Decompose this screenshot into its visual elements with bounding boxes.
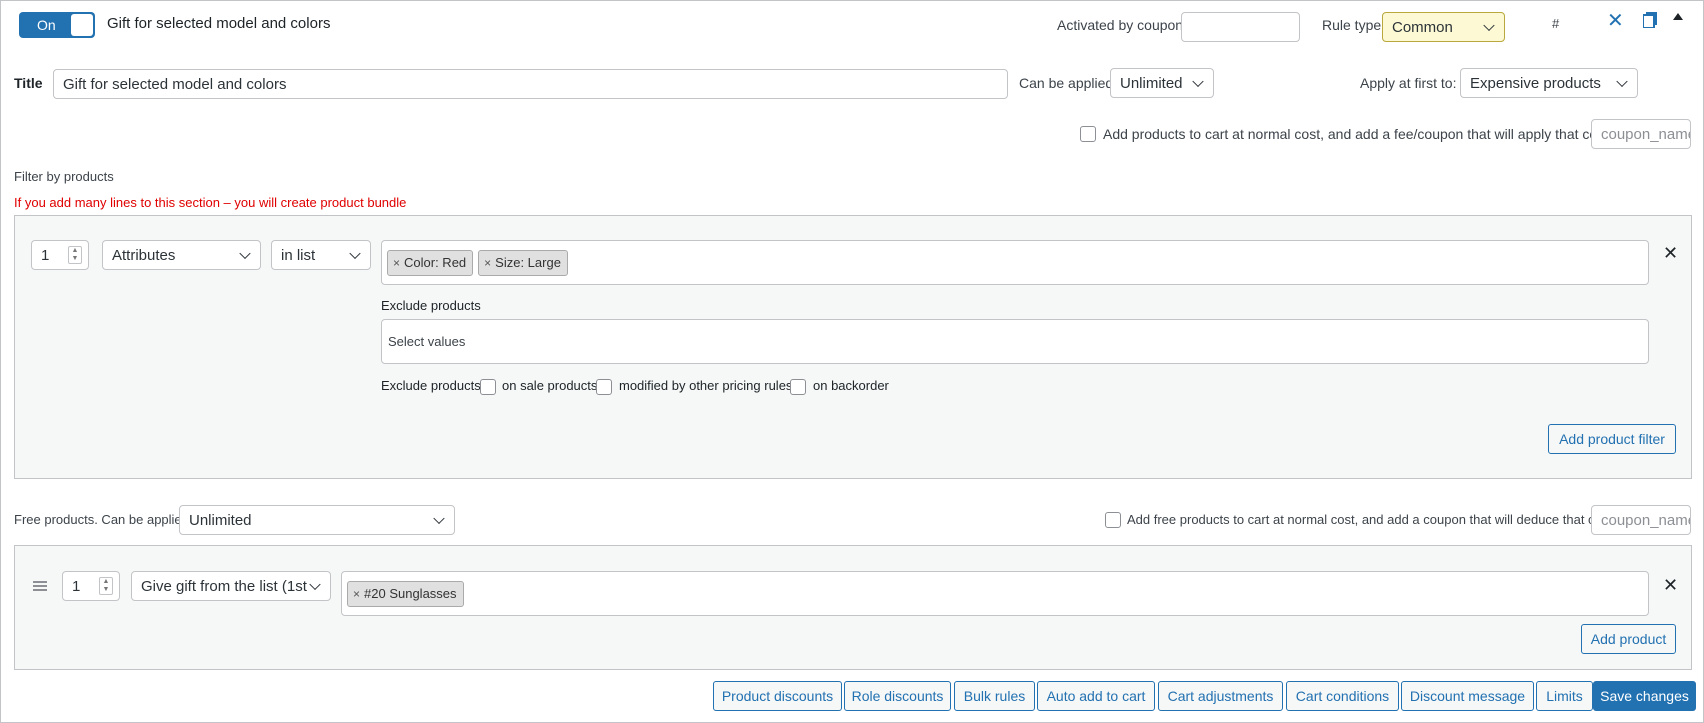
- enable-toggle[interactable]: On: [19, 12, 95, 38]
- filter-method-value: in list: [281, 246, 316, 264]
- product-discounts-button[interactable]: Product discounts: [713, 681, 842, 711]
- delete-rule-icon[interactable]: ✕: [1607, 8, 1624, 33]
- title-label: Title: [14, 75, 43, 91]
- modified-checkbox[interactable]: [596, 379, 612, 395]
- free-normal-cost-checkbox[interactable]: [1105, 512, 1121, 528]
- value-chip: × Color: Red: [387, 249, 474, 276]
- collapse-icon[interactable]: [1673, 13, 1683, 20]
- chevron-down-icon: [349, 247, 361, 260]
- chip-label: Size: Large: [495, 255, 561, 270]
- filter-values-input[interactable]: × Color: Red × Size: Large: [381, 240, 1649, 285]
- normal-cost-checkbox[interactable]: [1080, 126, 1096, 142]
- save-changes-button[interactable]: Save changes: [1593, 681, 1696, 711]
- chevron-down-icon: [1616, 75, 1628, 88]
- product-chip: × #20 Sunglasses: [347, 580, 464, 607]
- free-normal-cost-label: Add free products to cart at normal cost…: [1127, 512, 1612, 527]
- add-product-button[interactable]: Add product: [1581, 624, 1676, 654]
- role-discounts-button[interactable]: Role discounts: [844, 681, 951, 711]
- chevron-down-icon: [433, 512, 445, 525]
- apply-first-select[interactable]: Expensive products: [1460, 68, 1638, 98]
- filter-method-select[interactable]: in list: [271, 240, 371, 270]
- filter-qty-value: 1: [41, 246, 50, 264]
- rule-type-label: Rule type: [1322, 17, 1382, 33]
- activated-by-coupon-input[interactable]: [1181, 12, 1300, 42]
- modified-label: modified by other pricing rules: [619, 378, 793, 393]
- can-be-applied-select[interactable]: Unlimited: [1110, 68, 1214, 98]
- drag-handle-icon[interactable]: [33, 581, 47, 591]
- free-can-be-applied-select[interactable]: Unlimited: [179, 505, 455, 535]
- auto-add-to-cart-button[interactable]: Auto add to cart: [1037, 681, 1155, 711]
- bundle-warning: If you add many lines to this section – …: [14, 195, 407, 210]
- activated-by-coupon-label: Activated by coupon: [1057, 17, 1184, 33]
- free-products-label: Free products. Can be applied: [14, 512, 189, 527]
- discount-message-button[interactable]: Discount message: [1401, 681, 1534, 711]
- apply-first-value: Expensive products: [1470, 74, 1601, 92]
- toggle-knob: [71, 14, 93, 36]
- chevron-down-icon: [239, 247, 251, 260]
- filter-section-label: Filter by products: [14, 169, 114, 184]
- can-be-applied-value: Unlimited: [1120, 74, 1183, 92]
- normal-cost-label: Add products to cart at normal cost, and…: [1103, 126, 1609, 142]
- exclude-products-input[interactable]: Select values: [381, 319, 1649, 364]
- chevron-down-icon: [1483, 19, 1495, 32]
- gift-mode-select[interactable]: Give gift from the list (1st: [131, 571, 331, 601]
- free-qty-input[interactable]: 1 ▲ ▼: [62, 571, 120, 601]
- remove-chip-icon[interactable]: ×: [353, 587, 360, 601]
- rule-editor: On Gift for selected model and colors Ac…: [0, 0, 1704, 723]
- value-chip: × Size: Large: [478, 249, 568, 276]
- backorder-checkbox[interactable]: [790, 379, 806, 395]
- toggle-label: On: [37, 17, 56, 33]
- on-sale-label: on sale products: [502, 378, 598, 393]
- exclude-placeholder: Select values: [388, 334, 466, 349]
- copy-rule-icon[interactable]: [1642, 12, 1657, 29]
- rule-type-select[interactable]: Common: [1382, 12, 1505, 42]
- free-can-be-applied-value: Unlimited: [189, 511, 252, 529]
- rule-hash: #: [1552, 16, 1560, 31]
- on-sale-checkbox[interactable]: [480, 379, 496, 395]
- remove-chip-icon[interactable]: ×: [393, 256, 400, 270]
- exclude-products-label: Exclude products: [381, 378, 481, 393]
- chevron-down-icon: [1192, 75, 1204, 88]
- gift-mode-value: Give gift from the list (1st: [141, 577, 307, 595]
- chip-label: Color: Red: [404, 255, 467, 270]
- backorder-label: on backorder: [813, 378, 889, 393]
- exclude-label: Exclude products: [381, 298, 481, 313]
- remove-gift-icon[interactable]: ✕: [1663, 575, 1678, 596]
- gift-products-input[interactable]: × #20 Sunglasses: [341, 571, 1649, 616]
- cart-conditions-button[interactable]: Cart conditions: [1286, 681, 1399, 711]
- apply-first-label: Apply at first to:: [1360, 75, 1457, 91]
- remove-filter-icon[interactable]: ✕: [1663, 243, 1678, 264]
- title-input[interactable]: Gift for selected model and colors: [53, 69, 1008, 99]
- filter-type-select[interactable]: Attributes: [102, 240, 261, 270]
- filter-qty-input[interactable]: 1 ▲ ▼: [31, 240, 89, 270]
- bulk-rules-button[interactable]: Bulk rules: [954, 681, 1035, 711]
- normal-cost-coupon-input[interactable]: coupon_name: [1591, 119, 1691, 149]
- coupon-placeholder: coupon_name: [1601, 125, 1691, 143]
- free-qty-value: 1: [72, 577, 81, 595]
- coupon-placeholder: coupon_name: [1601, 511, 1691, 529]
- rule-type-value: Common: [1392, 18, 1453, 36]
- filter-panel: 1 ▲ ▼ Attributes in list × Color: Red × S…: [14, 215, 1692, 479]
- cart-adjustments-button[interactable]: Cart adjustments: [1158, 681, 1283, 711]
- rule-name: Gift for selected model and colors: [107, 15, 331, 32]
- add-product-filter-button[interactable]: Add product filter: [1548, 424, 1676, 454]
- stepper-arrows-icon[interactable]: ▲ ▼: [68, 246, 82, 264]
- limits-button[interactable]: Limits: [1536, 681, 1593, 711]
- remove-chip-icon[interactable]: ×: [484, 256, 491, 270]
- filter-type-value: Attributes: [112, 246, 176, 264]
- free-products-panel: 1 ▲ ▼ Give gift from the list (1st × #20 …: [14, 545, 1692, 670]
- chip-label: #20 Sunglasses: [364, 586, 457, 601]
- stepper-arrows-icon[interactable]: ▲ ▼: [99, 577, 113, 595]
- chevron-down-icon: [309, 578, 321, 591]
- free-coupon-input[interactable]: coupon_name: [1591, 505, 1691, 535]
- can-be-applied-label: Can be applied: [1019, 75, 1114, 91]
